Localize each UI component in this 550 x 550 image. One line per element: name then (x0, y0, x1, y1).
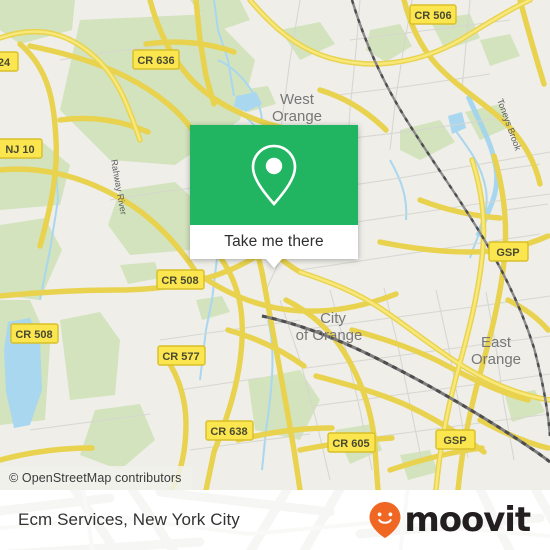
road-shield[interactable]: CR 506 (409, 4, 457, 25)
place-title: Ecm Services, New York City (18, 510, 240, 529)
road-shield[interactable]: CR 577 (157, 345, 206, 366)
road-shield-label: CR 605 (332, 438, 369, 450)
road-shield[interactable]: CR 508 (156, 269, 205, 290)
place-popup-card[interactable]: Take me there (190, 125, 358, 268)
city-label-line1: West (280, 91, 315, 108)
road-shield[interactable]: CR 605 (327, 432, 376, 453)
moovit-pin-icon (369, 502, 401, 538)
road-shield[interactable]: 24 (0, 51, 19, 72)
take-me-there-button[interactable]: Take me there (224, 233, 324, 251)
road-shield-label: CR 577 (162, 351, 199, 363)
city-label-line2: Orange (272, 108, 322, 125)
road-shield-label: CR 508 (161, 275, 198, 287)
road-shield-label: NJ 10 (5, 144, 34, 156)
road-shield[interactable]: CR 638 (205, 420, 254, 441)
popup-action-area[interactable]: Take me there (190, 225, 358, 268)
moovit-wordmark: moovit (404, 500, 531, 540)
road-shield-label: CR 508 (15, 329, 52, 341)
moovit-logo[interactable]: moovit (368, 500, 531, 540)
popup-image-area (190, 125, 358, 225)
city-label-line1: City (320, 310, 346, 327)
city-label-line2: of Orange (296, 327, 363, 344)
moovit-place-card-screen: Rahway River Toneys Brook West Orange Ci… (0, 0, 550, 550)
road-shield-label: 24 (0, 57, 11, 69)
city-label-line2: Orange (471, 351, 521, 368)
road-shield[interactable]: NJ 10 (0, 138, 43, 159)
osm-attribution-text: © OpenStreetMap contributors (9, 471, 182, 485)
road-shield[interactable]: GSP (488, 241, 529, 262)
road-shield[interactable]: GSP (435, 429, 476, 450)
osm-attribution[interactable]: © OpenStreetMap contributors (0, 466, 192, 490)
road-shield[interactable]: CR 508 (10, 323, 59, 344)
road-shield-label: GSP (443, 435, 466, 447)
footer-bar: Ecm Services, New York City moovit (0, 490, 550, 550)
map-pin-icon (251, 144, 297, 206)
popup-pointer-tail (266, 259, 282, 268)
road-shield-label: GSP (496, 247, 519, 259)
road-shield-label: CR 506 (414, 10, 451, 22)
road-shield[interactable]: CR 636 (132, 49, 180, 70)
road-shield-label: CR 636 (137, 55, 174, 67)
city-label-line1: East (481, 334, 512, 351)
road-shield-label: CR 638 (210, 426, 247, 438)
